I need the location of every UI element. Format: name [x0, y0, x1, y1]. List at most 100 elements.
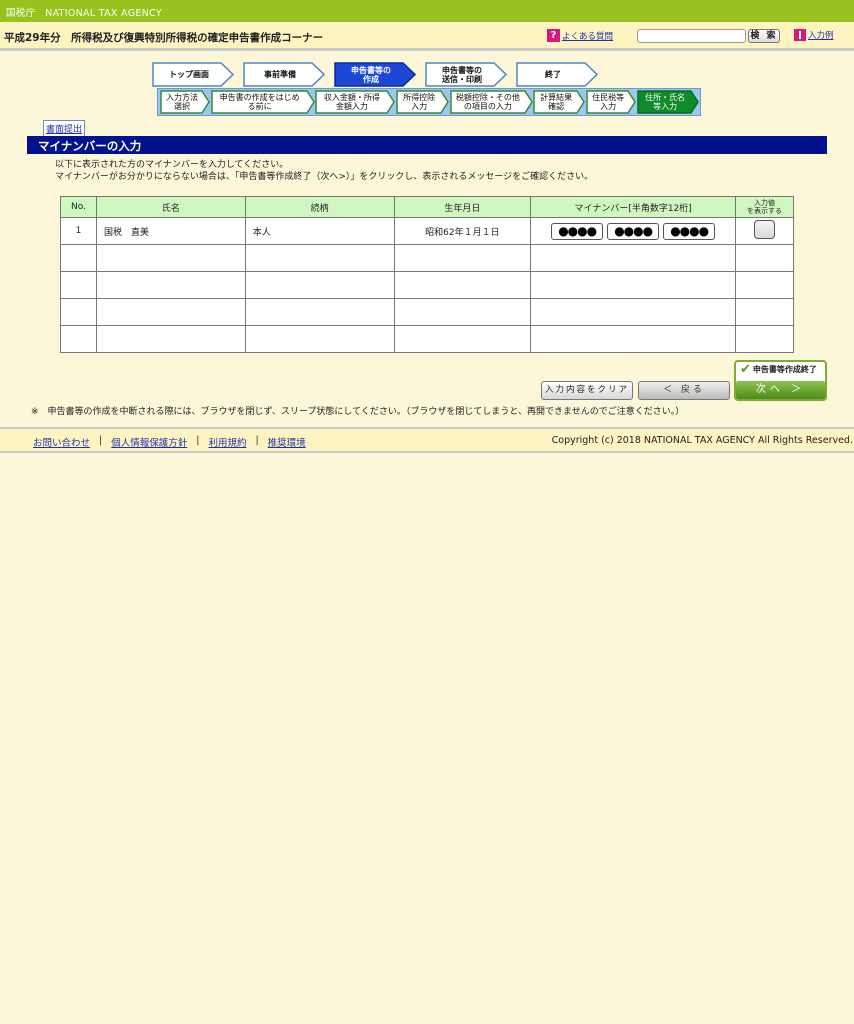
footer-link[interactable]: 利用規約 [208, 435, 246, 449]
page-title: 平成29年分 所得税及び復興特別所得税の確定申告書作成コーナー [4, 32, 324, 44]
empty-cell [95, 244, 246, 272]
cell-birth: 昭和62年１月１日 [393, 217, 532, 245]
note-text: ※ 申告書等の作成を中断される際には、ブラウザを閉じず、スリープ状態にしてくださ… [31, 407, 685, 417]
intro-text: 以下に表示された方のマイナンバーを入力してください。 マイナンバーがお分かりにな… [55, 159, 593, 183]
empty-cell [244, 298, 395, 326]
section-title: マイナンバーの入力 [27, 136, 827, 154]
sub-step-5: 税額控除・その他 の項目の入力 [449, 90, 533, 114]
main-step-label: トップ画面 [169, 70, 209, 79]
empty-cell [244, 325, 395, 353]
clear-button[interactable]: 入力内容をクリア [541, 381, 633, 400]
check-icon: ✔ [740, 361, 751, 377]
empty-cell [95, 298, 246, 326]
main-step-3: 申告書等の 作成 [334, 62, 416, 87]
header: 平成29年分 所得税及び復興特別所得税の確定申告書作成コーナー ? よくある質問… [0, 22, 854, 51]
main-step-label: 申告書等の 送信・印刷 [442, 65, 482, 84]
sub-step-8: 住所・氏名 等入力 [637, 90, 700, 114]
footer-link[interactable]: 推奨環境 [268, 435, 306, 449]
empty-cell [530, 325, 737, 353]
intro-line-1: 以下に表示された方のマイナンバーを入力してください。 [55, 160, 289, 170]
empty-cell [735, 325, 794, 353]
empty-cell [393, 271, 532, 299]
empty-cell [60, 325, 97, 353]
empty-cell [60, 298, 97, 326]
faq-label[interactable]: よくある質問 [562, 30, 613, 42]
search-button[interactable]: 検 索 [748, 29, 780, 43]
empty-cell [60, 271, 97, 299]
example-link[interactable]: 入力例 [794, 29, 834, 41]
copyright: Copyright (c) 2018 NATIONAL TAX AGENCY A… [551, 435, 853, 446]
mynumber-table: No. 氏名 続柄 生年月日 マイナンバー[半角数字12桁] 入力値 を表示する … [60, 196, 794, 353]
footer-link[interactable]: お問い合わせ [33, 435, 90, 449]
mynumber-field-3[interactable]: ●●●● [663, 222, 716, 240]
paper-submit-link[interactable]: 書面提出 [43, 120, 86, 137]
finish-text: 申告書等作成終了 [752, 365, 817, 374]
main-step-5: 終了 [516, 62, 598, 87]
empty-cell [244, 271, 395, 299]
col-birth: 生年月日 [393, 196, 532, 218]
empty-cell [530, 244, 737, 272]
empty-cell [95, 325, 246, 353]
sub-step-7: 住民税等 入力 [586, 90, 636, 114]
faq-link[interactable]: ? よくある質問 [547, 29, 613, 42]
sub-step-label: 収入金額・所得 金額入力 [323, 93, 380, 111]
sub-step-label: 住民税等 入力 [592, 93, 625, 111]
footer-links: お問い合わせ | 個人情報保護方針 | 利用規約 | 推奨環境 [33, 435, 306, 449]
cell-no: 1 [60, 217, 97, 245]
table-row [60, 325, 794, 353]
main-steps: トップ画面 事前準備 申告書等の 作成 申告書等の 送信・印刷 終了 [152, 62, 598, 87]
sub-step-4: 所得控除 入力 [395, 90, 449, 114]
empty-cell [393, 298, 532, 326]
empty-cell [60, 244, 97, 272]
empty-cell [735, 271, 794, 299]
table-row [60, 244, 794, 272]
agency-bar: 国税庁 NATIONAL TAX AGENCY [0, 0, 854, 22]
footer-separator: | [196, 435, 200, 446]
table-row: 1 国税 直美 本人 昭和62年１月１日 ●●●● ●●●● ●●●● [60, 217, 794, 245]
main-step-label: 事前準備 [264, 70, 296, 79]
sub-step-label: 所得控除 入力 [403, 93, 436, 111]
sub-steps: 入力方法 選択 申告書の作成をはじめ る前に 収入金額・所得 金額入力 所得控除 入力 税額控除… [157, 88, 701, 116]
col-relation: 続柄 [244, 196, 395, 218]
mynumber-field-1[interactable]: ●●●● [551, 222, 604, 240]
sub-step-6: 計算結果 確認 [533, 90, 585, 114]
empty-cell [530, 298, 737, 326]
footer-link[interactable]: 個人情報保護方針 [111, 435, 187, 449]
footer-separator: | [99, 435, 103, 446]
back-button[interactable]: ＜ 戻る [638, 381, 730, 400]
cell-relation: 本人 [244, 217, 395, 245]
empty-cell [244, 244, 395, 272]
footer-separator: | [255, 435, 259, 446]
cell-mynumber: ●●●● ●●●● ●●●● [530, 217, 737, 245]
show-value-button[interactable] [754, 220, 775, 239]
table-row [60, 271, 794, 299]
intro-line-2: マイナンバーがお分かりにならない場合は、「申告書等作成終了（次へ>）」をクリック… [55, 172, 594, 182]
main-step-2: 事前準備 [243, 62, 325, 87]
col-no: No. [60, 196, 97, 218]
book-icon [794, 29, 806, 41]
sub-step-label: 入力方法 選択 [166, 93, 199, 111]
sub-step-3: 収入金額・所得 金額入力 [315, 90, 395, 114]
finish-label[interactable]: ✔ 申告書等作成終了 [736, 361, 825, 377]
empty-cell [735, 244, 794, 272]
sub-step-label: 申告書の作成をはじめ る前に [219, 93, 300, 111]
search-input[interactable] [637, 29, 746, 43]
main-step-1: トップ画面 [152, 62, 234, 87]
example-label[interactable]: 入力例 [808, 29, 834, 41]
empty-cell [95, 271, 246, 299]
sub-step-2: 申告書の作成をはじめ る前に [211, 90, 315, 114]
empty-cell [735, 298, 794, 326]
empty-cell [393, 325, 532, 353]
question-icon: ? [547, 29, 560, 42]
sub-step-label: 計算結果 確認 [540, 93, 573, 111]
col-name: 氏名 [95, 196, 246, 218]
agency-name: 国税庁 NATIONAL TAX AGENCY [6, 8, 162, 19]
main-step-label: 終了 [545, 70, 561, 79]
col-mynumber: マイナンバー[半角数字12桁] [530, 196, 737, 218]
mynumber-field-2[interactable]: ●●●● [607, 222, 660, 240]
sub-step-1: 入力方法 選択 [160, 90, 210, 114]
cell-name: 国税 直美 [95, 217, 246, 245]
next-button[interactable]: 次へ ＞ [736, 381, 825, 399]
empty-cell [393, 244, 532, 272]
empty-cell [530, 271, 737, 299]
